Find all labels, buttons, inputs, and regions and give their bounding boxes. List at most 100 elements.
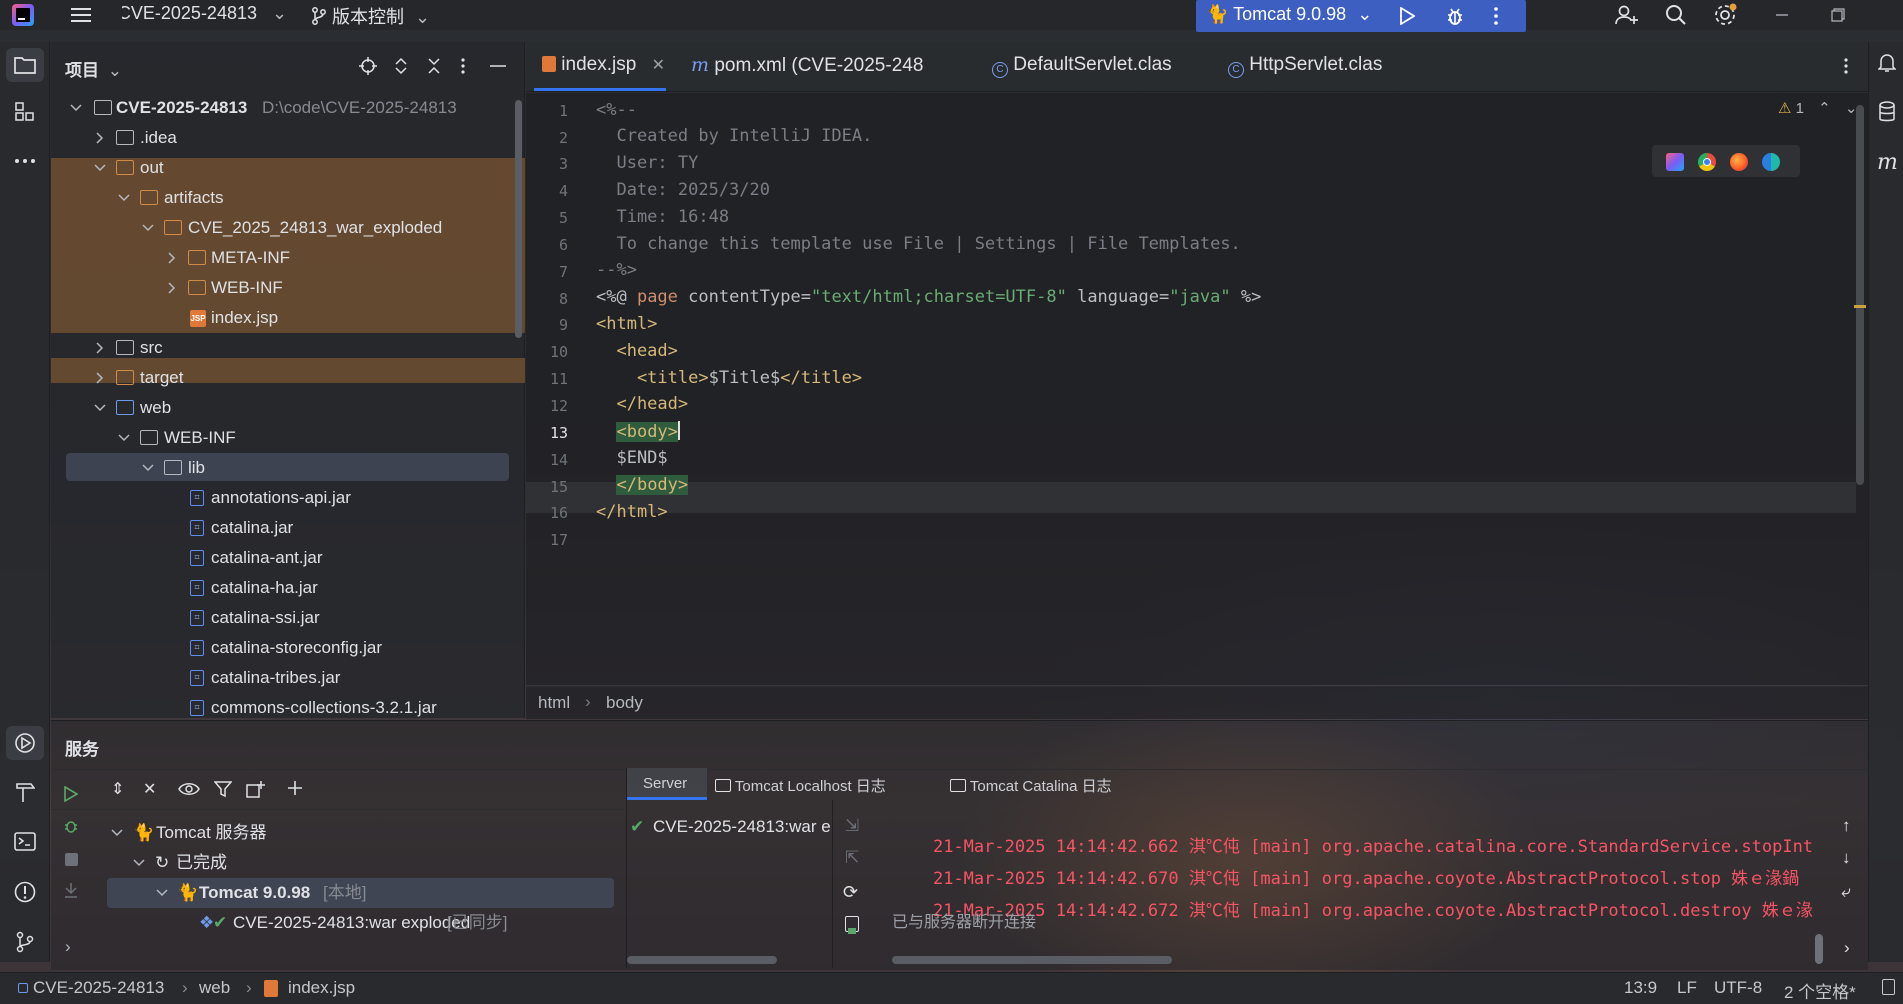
vcs-menu[interactable]: 版本控制 ⌄ — [311, 3, 430, 29]
maven-icon[interactable]: m — [1877, 150, 1898, 175]
tree-row-folder[interactable]: WEB-INF — [66, 423, 516, 453]
breadcrumb-html[interactable]: html — [538, 693, 570, 713]
database-icon[interactable] — [1877, 100, 1897, 124]
server-console-output[interactable]: 21-Mar-2025 14:14:42.662 淇℃伅 [main] org.… — [890, 800, 1830, 970]
tree-row-jar[interactable]: ⌗ commons-collections-3.2.1.jar — [66, 693, 516, 723]
run-button[interactable] — [1396, 6, 1418, 26]
structure-icon[interactable] — [13, 100, 37, 124]
file-encoding[interactable]: UTF-8 — [1714, 978, 1762, 998]
tree-row-jar[interactable]: ⌗ catalina-tribes.jar — [66, 663, 516, 693]
services-tree-group[interactable]: ↻ 已完成 — [111, 848, 611, 878]
chrome-icon[interactable] — [1698, 153, 1716, 171]
tree-row-jar[interactable]: ⌗ catalina-ant.jar — [66, 543, 516, 573]
tree-row-folder[interactable]: .idea — [66, 123, 516, 153]
tab-index-jsp[interactable]: index.jsp ✕ — [542, 54, 665, 76]
main-menu-icon[interactable] — [70, 5, 92, 25]
tree-row-jar[interactable]: ⌗ catalina.jar — [66, 513, 516, 543]
file-lock-icon[interactable] — [1882, 979, 1895, 995]
code-line-14: $END$ — [596, 448, 667, 468]
build-hammer-icon[interactable] — [13, 780, 37, 804]
tree-row-project-root[interactable]: CVE-2025-24813 D:\code\CVE-2025-24813 — [66, 93, 516, 123]
deployment-item[interactable]: ✔ CVE-2025-24813:war e — [627, 812, 832, 842]
scroll-down-icon[interactable]: ↓ — [1842, 848, 1851, 868]
tree-row-jar[interactable]: ⌗ catalina-ssi.jar — [66, 603, 516, 633]
tree-row-jar[interactable]: ⌗ catalina-storeconfig.jar — [66, 633, 516, 663]
close-tab-icon[interactable]: ✕ — [652, 57, 665, 74]
warning-stripe-marker[interactable] — [1854, 305, 1866, 308]
editor-scrollbar[interactable] — [1856, 105, 1864, 485]
firefox-icon[interactable] — [1730, 153, 1748, 171]
more-chevron-icon[interactable]: › — [1844, 938, 1850, 958]
tab-options-icon[interactable] — [1840, 56, 1852, 76]
caret-position[interactable]: 13:9 — [1624, 978, 1657, 998]
tree-row-folder-selected[interactable]: lib — [66, 453, 516, 483]
redeploy-icon[interactable]: ⇲ — [845, 816, 859, 836]
run-config-selector[interactable]: 🐈 Tomcat 9.0.98 ⌄ — [1206, 4, 1381, 28]
console-hscrollbar[interactable] — [892, 956, 1172, 964]
services-tree-artifact[interactable]: ❖ ✔ CVE-2025-24813:war exploded [已同步] — [111, 908, 611, 938]
debug-button[interactable] — [1444, 5, 1466, 27]
hide-panel-icon[interactable] — [488, 56, 508, 76]
more-actions-icon[interactable] — [1488, 6, 1504, 26]
tree-row-folder[interactable]: WEB-INF — [66, 273, 516, 303]
active-tab-underline — [534, 88, 666, 91]
project-panel-scrollbar[interactable] — [515, 100, 522, 338]
code-editor[interactable]: 1 2 3 4 5 6 7 8 9 10 11 12 13 14 15 16 1… — [526, 93, 1868, 685]
search-icon[interactable] — [1664, 3, 1688, 27]
settings-gear-icon[interactable] — [1712, 3, 1738, 27]
locate-file-icon[interactable] — [358, 56, 378, 76]
previous-highlight-icon[interactable]: ⌃ — [1818, 100, 1831, 117]
problems-icon[interactable] — [13, 880, 37, 904]
collapse-all-icon[interactable] — [424, 56, 444, 76]
tab-pom-xml[interactable]: m pom.xml (CVE-2025-2481: — [691, 54, 923, 77]
edge-icon[interactable] — [1762, 153, 1780, 171]
status-path-project[interactable]: CVE-2025-24813 — [33, 978, 164, 998]
code-line-11: <title>$Title$</title> — [596, 368, 862, 388]
tree-row-folder[interactable]: artifacts — [66, 183, 516, 213]
tab-defaultservlet[interactable]: C DefaultServlet.clas — [992, 54, 1182, 78]
services-tree-server[interactable]: 🐈 Tomcat 9.0.98 [本地] — [111, 878, 611, 908]
tree-row-folder[interactable]: web — [66, 393, 516, 423]
restore-window-icon[interactable] — [1828, 5, 1848, 25]
project-panel-header[interactable]: 项目 ⌄ — [65, 56, 122, 81]
tree-row-folder[interactable]: META-INF — [66, 243, 516, 273]
tree-row-folder[interactable]: src — [66, 333, 516, 363]
refresh-icon[interactable]: ⟳ — [843, 882, 858, 903]
tree-row-jar[interactable]: ⌗ annotations-api.jar — [66, 483, 516, 513]
status-path-file[interactable]: index.jsp — [288, 978, 355, 998]
tab-tomcat-localhost-log[interactable]: Tomcat Localhost 日志 — [715, 775, 886, 796]
inspection-widget[interactable]: ⚠ 1 ⌃ ⌄ — [1778, 99, 1857, 117]
tab-tomcat-catalina-log[interactable]: Tomcat Catalina 日志 — [950, 775, 1112, 796]
tree-row-folder[interactable]: CVE_2025_24813_war_exploded — [66, 213, 516, 243]
options-icon[interactable] — [457, 56, 469, 76]
save-output-icon[interactable] — [845, 916, 859, 934]
breadcrumb-body[interactable]: body — [606, 693, 643, 713]
deployment-scrollbar[interactable] — [627, 956, 777, 964]
scroll-up-icon[interactable]: ↑ — [1842, 816, 1851, 836]
tree-row-file[interactable]: JSP index.jsp — [66, 303, 516, 333]
add-user-icon[interactable] — [1614, 3, 1640, 27]
git-icon[interactable] — [13, 930, 37, 954]
expand-all-icon[interactable] — [391, 56, 411, 76]
tree-row-folder[interactable]: out — [66, 153, 516, 183]
more-tools-icon[interactable] — [13, 154, 37, 168]
status-path-folder[interactable]: web — [199, 978, 230, 998]
project-switcher[interactable]: CVE-2025-24813 ⌄ — [122, 3, 287, 29]
app-logo[interactable] — [12, 4, 34, 26]
services-tree-root[interactable]: 🐈 Tomcat 服务器 — [111, 818, 611, 848]
indent-setting[interactable]: 2 个空格* — [1784, 978, 1856, 1003]
intellij-preview-icon[interactable] — [1666, 153, 1684, 171]
project-tool-folder-icon[interactable] — [6, 48, 44, 82]
undeploy-icon[interactable]: ⇱ — [845, 848, 859, 868]
tab-httpservlet[interactable]: C HttpServlet.clas — [1228, 54, 1418, 78]
services-tool-icon[interactable] — [6, 726, 44, 760]
terminal-icon[interactable] — [13, 830, 37, 854]
tree-row-jar[interactable]: ⌗ catalina-ha.jar — [66, 573, 516, 603]
notifications-bell-icon[interactable] — [1877, 52, 1897, 74]
console-vscrollbar[interactable] — [1815, 934, 1823, 964]
soft-wrap-icon[interactable]: ⤶ — [1841, 882, 1851, 902]
tab-server[interactable]: Server — [627, 768, 707, 800]
minimize-window-icon[interactable] — [1772, 5, 1792, 25]
line-separator[interactable]: LF — [1677, 978, 1697, 998]
tree-row-folder[interactable]: target — [66, 363, 516, 393]
